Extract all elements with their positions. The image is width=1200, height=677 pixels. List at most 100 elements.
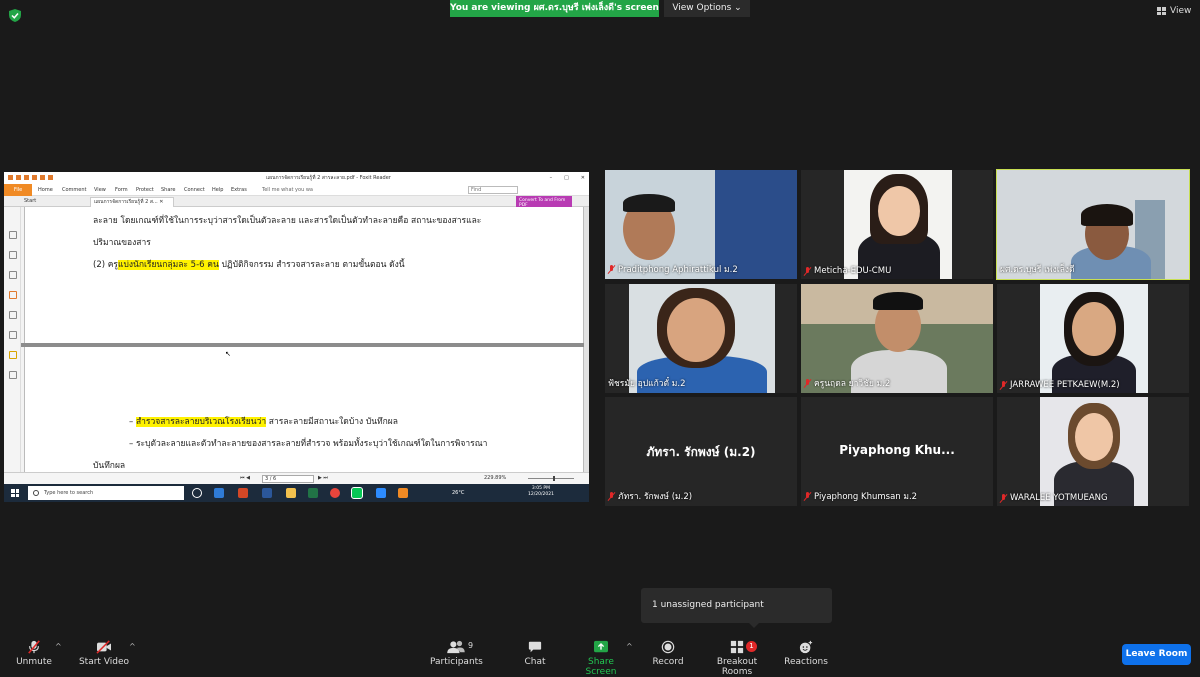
window-controls[interactable]: – □ ✕: [550, 172, 585, 184]
maximize-icon[interactable]: □: [564, 172, 569, 184]
reactions-button[interactable]: Reactions: [784, 640, 828, 667]
ribbon-tab-connect[interactable]: Connect: [184, 184, 205, 196]
share-screen-icon: [594, 640, 608, 653]
participant-tile[interactable]: JARRAWEE PETKAEW(M.2): [997, 284, 1189, 393]
lock-icon[interactable]: [9, 351, 17, 359]
quick-access-toolbar[interactable]: [8, 175, 53, 180]
word-icon[interactable]: [262, 488, 272, 498]
breakout-rooms-label: Breakout Rooms: [716, 657, 758, 677]
participant-name: Meticha-EDU-CMU: [814, 266, 892, 276]
tab-start[interactable]: Start: [24, 196, 36, 207]
bookmark-icon[interactable]: [9, 271, 17, 279]
chat-button[interactable]: Chat: [518, 640, 552, 667]
minimize-icon[interactable]: –: [550, 172, 553, 184]
comment-panel-icon[interactable]: [9, 331, 17, 339]
security-shield-icon[interactable]: [9, 9, 21, 22]
view-options-button[interactable]: View Options ⌄: [664, 0, 750, 17]
leave-room-button[interactable]: Leave Room: [1122, 644, 1191, 665]
participant-tile-active-speaker[interactable]: ผศ.ดร.บุษรี เพ่งเล็งดี: [996, 169, 1190, 280]
ribbon-tab-form[interactable]: Form: [115, 184, 128, 196]
edge-icon[interactable]: [214, 488, 224, 498]
participant-video: [844, 170, 952, 279]
muted-mic-icon: [1000, 493, 1007, 503]
windows-start-icon[interactable]: [11, 489, 19, 497]
zoom-app-icon[interactable]: [376, 488, 386, 498]
chrome-icon[interactable]: [330, 488, 340, 498]
participants-count: 9: [468, 641, 474, 650]
share-screen-button[interactable]: Share Screen: [572, 640, 630, 677]
participant-hair: [1081, 204, 1133, 226]
highlighted-text-2: สำรวจสารละลายบริเวณโรงเรียนว่า: [135, 417, 267, 427]
taskbar-search-box[interactable]: Type here to search: [28, 486, 184, 500]
tray-weather[interactable]: 26°C: [452, 484, 464, 502]
foxit-app-icon[interactable]: [398, 488, 408, 498]
page-number-field[interactable]: 3 / 6: [262, 475, 314, 483]
ribbon-tab-comment[interactable]: Comment: [62, 184, 87, 196]
unassigned-participant-notice[interactable]: 1 unassigned participant: [641, 588, 832, 628]
hand-tool-icon[interactable]: [9, 231, 17, 239]
attachment-icon[interactable]: [9, 311, 17, 319]
file-tab[interactable]: File: [4, 184, 32, 196]
ribbon-tab-share[interactable]: Share: [161, 184, 175, 196]
muted-mic-icon: [28, 640, 40, 654]
zoom-level[interactable]: 229.89%: [484, 473, 506, 484]
participant-name-label: ครูนฤดล ยาวิชัย ม.2: [804, 376, 890, 390]
participant-name: Praditphong Aphirattikul ม.2: [618, 265, 738, 275]
pdf-vertical-scrollbar[interactable]: [584, 207, 589, 482]
start-video-label: Start Video: [78, 657, 130, 667]
participants-button[interactable]: Participants: [430, 640, 483, 667]
participant-tile[interactable]: Praditphong Aphirattikul ม.2: [605, 170, 797, 279]
find-input[interactable]: Find: [468, 186, 518, 194]
ribbon-tab-view[interactable]: View: [94, 184, 106, 196]
layers-icon[interactable]: [9, 291, 17, 299]
unmute-button[interactable]: Unmute: [14, 640, 54, 667]
muted-mic-icon: [1000, 380, 1007, 390]
share-options-caret[interactable]: ^: [626, 642, 633, 651]
tell-me-search[interactable]: Tell me what you wa: [262, 184, 313, 196]
zoom-slider[interactable]: [528, 476, 574, 481]
ribbon-tab-home[interactable]: Home: [38, 184, 53, 196]
participant-tile[interactable]: WARALEE YOTMUEANG: [997, 397, 1189, 506]
participant-tile[interactable]: Piyaphong Khu... Piyaphong Khumsan ม.2: [801, 397, 993, 506]
tray-clock[interactable]: 3:05 PM 12/20/2021: [528, 486, 554, 498]
signature-icon[interactable]: [9, 371, 17, 379]
muted-mic-icon: [804, 491, 811, 501]
ribbon-tab-help[interactable]: Help: [212, 184, 223, 196]
participant-tile[interactable]: ครูนฤดล ยาวิชัย ม.2: [801, 284, 993, 393]
participant-tile[interactable]: ภัทรา. รักพงษ์ (ม.2) ภัทรา. รักพงษ์ (ม.2…: [605, 397, 797, 506]
page-nav-arrows[interactable]: ⏮ ◀: [240, 473, 250, 484]
ribbon-tab-protect[interactable]: Protect: [136, 184, 154, 196]
file-explorer-icon[interactable]: [286, 488, 296, 498]
tab-current-document[interactable]: แผนการจัดการเรียนรู้ที่ 2 ส... ✕: [90, 197, 174, 207]
start-video-button[interactable]: Start Video: [78, 640, 130, 667]
breakout-rooms-button[interactable]: Breakout Rooms: [702, 640, 772, 677]
foxit-status-bar: ⏮ ◀ 3 / 6 ▶ ⏭ 229.89%: [4, 472, 589, 484]
excel-icon[interactable]: [308, 488, 318, 498]
powerpoint-icon[interactable]: [238, 488, 248, 498]
doc-bullet-1-prefix: –: [129, 417, 136, 427]
shared-screen[interactable]: แผนการจัดการเรียนรู้ที่ 2 สารละลาย.pdf -…: [4, 172, 589, 502]
participant-name: ฟ้ชรมัย อุปแก้วตั๋ ม.2: [608, 379, 686, 389]
share-screen-label: Share Screen: [585, 657, 617, 677]
line-app-icon[interactable]: [351, 487, 363, 499]
ribbon-tab-extras[interactable]: Extras: [231, 184, 247, 196]
page-nav-arrows-next[interactable]: ▶ ⏭: [318, 473, 328, 484]
participant-name: ผศ.ดร.บุษรี เพ่งเล็งดี: [1000, 265, 1075, 275]
audio-options-caret[interactable]: ^: [55, 642, 62, 651]
close-icon[interactable]: ✕: [581, 172, 585, 184]
record-button[interactable]: Record: [650, 640, 686, 667]
foxit-side-panel: [4, 207, 21, 482]
participant-tile[interactable]: Meticha-EDU-CMU: [801, 170, 993, 279]
cortana-icon[interactable]: [192, 488, 202, 498]
video-options-caret[interactable]: ^: [129, 642, 136, 651]
participants-icon: [447, 640, 465, 654]
pages-icon[interactable]: [9, 251, 17, 259]
foxit-ribbon: File Home Comment View Form Protect Shar…: [4, 184, 589, 196]
close-tab-icon[interactable]: ✕: [159, 199, 163, 205]
doc-bullet-1-suffix: สารละลายมีสถานะใดบ้าง บันทึกผล: [266, 417, 398, 427]
muted-mic-icon: [804, 266, 811, 276]
view-button[interactable]: View: [1157, 6, 1191, 16]
participant-tile[interactable]: ฟ้ชรมัย อุปแก้วตั๋ ม.2: [605, 284, 797, 393]
participant-name: WARALEE YOTMUEANG: [1010, 493, 1108, 503]
tray-time: 3:05 PM: [531, 486, 551, 491]
